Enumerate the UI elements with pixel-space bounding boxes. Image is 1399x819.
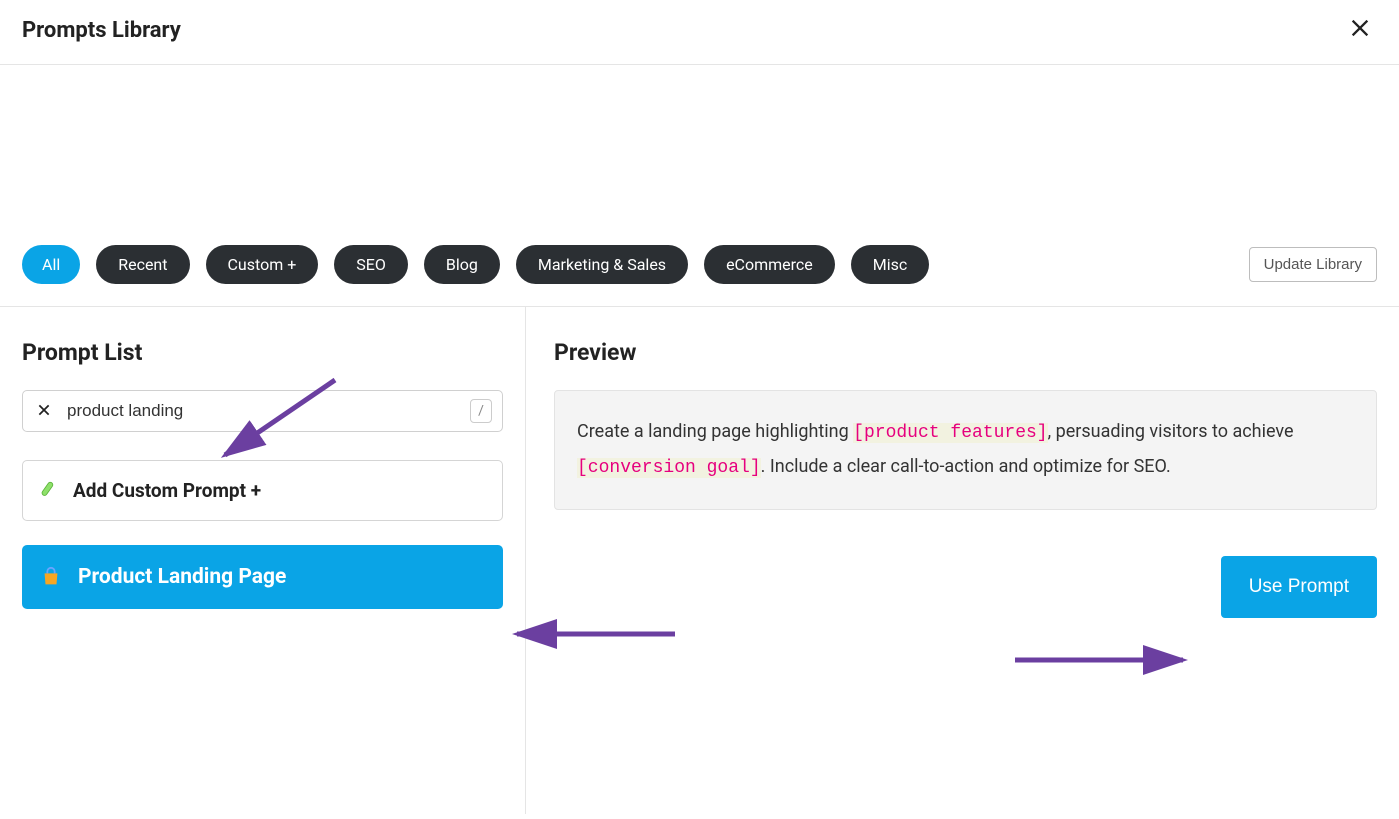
page-title: Prompts Library [22, 18, 181, 43]
header-bar: Prompts Library [0, 0, 1399, 65]
use-prompt-row: Use Prompt [554, 556, 1377, 618]
close-icon [1349, 17, 1371, 39]
preview-segment: . Include a clear call-to-action and opt… [761, 456, 1171, 477]
preview-text: Create a landing page highlighting [prod… [554, 390, 1377, 510]
preview-pane: Preview Create a landing page highlighti… [526, 307, 1399, 814]
prompt-item-label: Product Landing Page [78, 565, 286, 589]
slash-shortcut-hint: / [470, 399, 492, 423]
test-tube-icon [39, 481, 59, 501]
prompt-item-product-landing-page[interactable]: Product Landing Page [22, 545, 503, 609]
preview-title: Preview [554, 339, 1377, 366]
update-library-button[interactable]: Update Library [1249, 247, 1377, 282]
filter-tab-ecommerce[interactable]: eCommerce [704, 245, 835, 284]
add-custom-label: Add Custom Prompt + [73, 479, 261, 502]
add-custom-prompt-button[interactable]: Add Custom Prompt + [22, 460, 503, 521]
placeholder-token: [product features] [853, 423, 1047, 443]
header-spacer [0, 65, 1399, 245]
filter-tab-all[interactable]: All [22, 245, 80, 284]
filter-tab-custom[interactable]: Custom + [206, 245, 319, 284]
prompt-list-title: Prompt List [22, 339, 503, 366]
search-field[interactable]: / [22, 390, 503, 432]
clear-search-button[interactable] [33, 402, 55, 421]
close-button[interactable] [1343, 16, 1377, 44]
shopping-bag-icon [40, 566, 62, 588]
preview-segment: Create a landing page highlighting [577, 421, 853, 442]
preview-segment: , persuading visitors to achieve [1048, 421, 1294, 442]
prompt-list-pane: Prompt List / Add Custom Prompt + Produc… [0, 307, 526, 814]
x-icon [37, 403, 51, 417]
filter-tab-misc[interactable]: Misc [851, 245, 930, 284]
filter-row: All Recent Custom + SEO Blog Marketing &… [0, 245, 1399, 307]
search-input[interactable] [67, 401, 458, 421]
filter-tab-marketing[interactable]: Marketing & Sales [516, 245, 688, 284]
filter-tab-recent[interactable]: Recent [96, 245, 189, 284]
use-prompt-button[interactable]: Use Prompt [1221, 556, 1377, 618]
filter-tab-seo[interactable]: SEO [334, 245, 408, 284]
filter-tab-blog[interactable]: Blog [424, 245, 500, 284]
placeholder-token: [conversion goal] [577, 458, 761, 478]
content-area: Prompt List / Add Custom Prompt + Produc… [0, 307, 1399, 814]
